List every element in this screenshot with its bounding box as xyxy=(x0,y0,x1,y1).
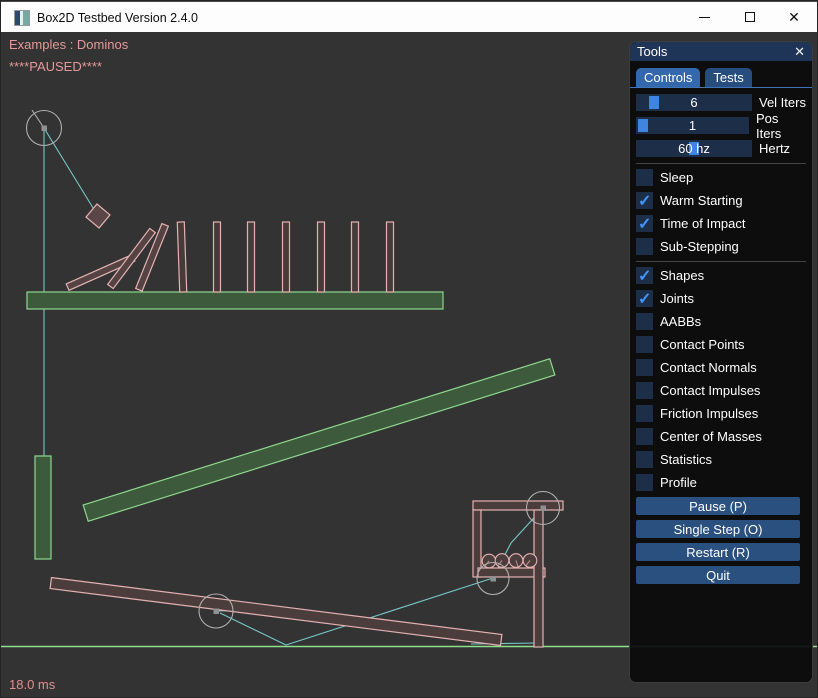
window-title: Box2D Testbed Version 2.4.0 xyxy=(37,2,198,33)
checkbox-contact-points[interactable]: Contact Points xyxy=(636,336,806,353)
vel-iters-label: Vel Iters xyxy=(759,95,806,110)
checkbox-shapes[interactable]: Shapes xyxy=(636,267,806,284)
minimize-button[interactable] xyxy=(683,2,725,32)
example-label: Examples : Dominos xyxy=(9,37,128,52)
tools-panel: Tools ✕ Controls Tests 6 Vel Iters xyxy=(629,41,813,683)
checkbox[interactable] xyxy=(636,215,653,232)
close-icon: ✕ xyxy=(788,9,800,26)
checkbox-sleep[interactable]: Sleep xyxy=(636,169,806,186)
separator xyxy=(636,261,806,262)
hertz-row: 60 hz Hertz xyxy=(636,140,806,157)
checkbox[interactable] xyxy=(636,313,653,330)
checkbox-contact-impulses[interactable]: Contact Impulses xyxy=(636,382,806,399)
hertz-slider[interactable]: 60 hz xyxy=(636,140,752,157)
checkbox[interactable] xyxy=(636,238,653,255)
checkbox[interactable] xyxy=(636,474,653,491)
checkbox[interactable] xyxy=(636,169,653,186)
checkbox-profile[interactable]: Profile xyxy=(636,474,806,491)
separator xyxy=(636,163,806,164)
hertz-value: 60 hz xyxy=(636,140,752,157)
os-titlebar[interactable]: Box2D Testbed Version 2.4.0 ✕ xyxy=(1,1,817,32)
maximize-icon xyxy=(745,12,755,22)
hertz-label: Hertz xyxy=(759,141,790,156)
pause-button[interactable]: Pause (P) xyxy=(636,497,800,515)
checkbox-statistics[interactable]: Statistics xyxy=(636,451,806,468)
checkbox[interactable] xyxy=(636,428,653,445)
checkbox-center-of-masses[interactable]: Center of Masses xyxy=(636,428,806,445)
pos-iters-label: Pos Iters xyxy=(756,111,806,141)
minimize-icon xyxy=(699,17,710,18)
vel-iters-slider[interactable]: 6 xyxy=(636,94,752,111)
domino-shelf xyxy=(27,292,443,309)
checkbox[interactable] xyxy=(636,405,653,422)
tools-panel-titlebar[interactable]: Tools ✕ xyxy=(630,42,812,61)
panel-close-icon: ✕ xyxy=(794,44,805,59)
pendulum-box[interactable] xyxy=(86,204,110,228)
checkbox[interactable] xyxy=(636,451,653,468)
pos-iters-value: 1 xyxy=(636,117,749,134)
tools-panel-content: 6 Vel Iters 1 Pos Iters 60 hz xyxy=(630,88,812,584)
checkbox-aabbs[interactable]: AABBs xyxy=(636,313,806,330)
checkbox[interactable] xyxy=(636,192,653,209)
anchor-squares xyxy=(42,126,547,615)
app-window: Box2D Testbed Version 2.4.0 ✕ xyxy=(0,0,818,698)
vel-iters-row: 6 Vel Iters xyxy=(636,94,806,111)
close-button[interactable]: ✕ xyxy=(773,2,815,32)
checkbox[interactable] xyxy=(636,267,653,284)
checkbox-sub-stepping[interactable]: Sub-Stepping xyxy=(636,238,806,255)
vel-iters-value: 6 xyxy=(636,94,752,111)
pos-iters-slider[interactable]: 1 xyxy=(636,117,749,134)
checkbox[interactable] xyxy=(636,290,653,307)
checkbox-joints[interactable]: Joints xyxy=(636,290,806,307)
standing-dominoes[interactable] xyxy=(177,222,393,292)
checkbox[interactable] xyxy=(636,382,653,399)
checkbox-time-of-impact[interactable]: Time of Impact xyxy=(636,215,806,232)
checkbox[interactable] xyxy=(636,359,653,376)
checkbox-warm-starting[interactable]: Warm Starting xyxy=(636,192,806,209)
frame-time-label: 18.0 ms xyxy=(9,677,55,692)
balls[interactable] xyxy=(482,554,537,568)
tab-controls[interactable]: Controls xyxy=(636,68,700,87)
seesaw-plank[interactable] xyxy=(50,578,502,646)
restart-button[interactable]: Restart (R) xyxy=(636,543,800,561)
fallen-dominoes[interactable] xyxy=(66,224,168,292)
checkbox[interactable] xyxy=(636,336,653,353)
checkbox-friction-impulses[interactable]: Friction Impulses xyxy=(636,405,806,422)
tab-tests[interactable]: Tests xyxy=(705,68,751,87)
paused-label: ****PAUSED**** xyxy=(9,59,102,74)
tabbar: Controls Tests xyxy=(630,61,812,88)
maximize-button[interactable] xyxy=(729,2,771,32)
single-step-button[interactable]: Single Step (O) xyxy=(636,520,800,538)
app-icon xyxy=(14,10,30,26)
checkbox-contact-normals[interactable]: Contact Normals xyxy=(636,359,806,376)
pos-iters-row: 1 Pos Iters xyxy=(636,117,806,134)
tools-panel-title: Tools xyxy=(637,44,794,59)
scene-canvas[interactable]: Examples : Dominos ****PAUSED**** 18.0 m… xyxy=(1,32,818,698)
vertical-plank xyxy=(35,456,51,559)
quit-button[interactable]: Quit xyxy=(636,566,800,584)
tilted-plank xyxy=(83,359,555,521)
panel-close-button[interactable]: ✕ xyxy=(794,44,805,60)
